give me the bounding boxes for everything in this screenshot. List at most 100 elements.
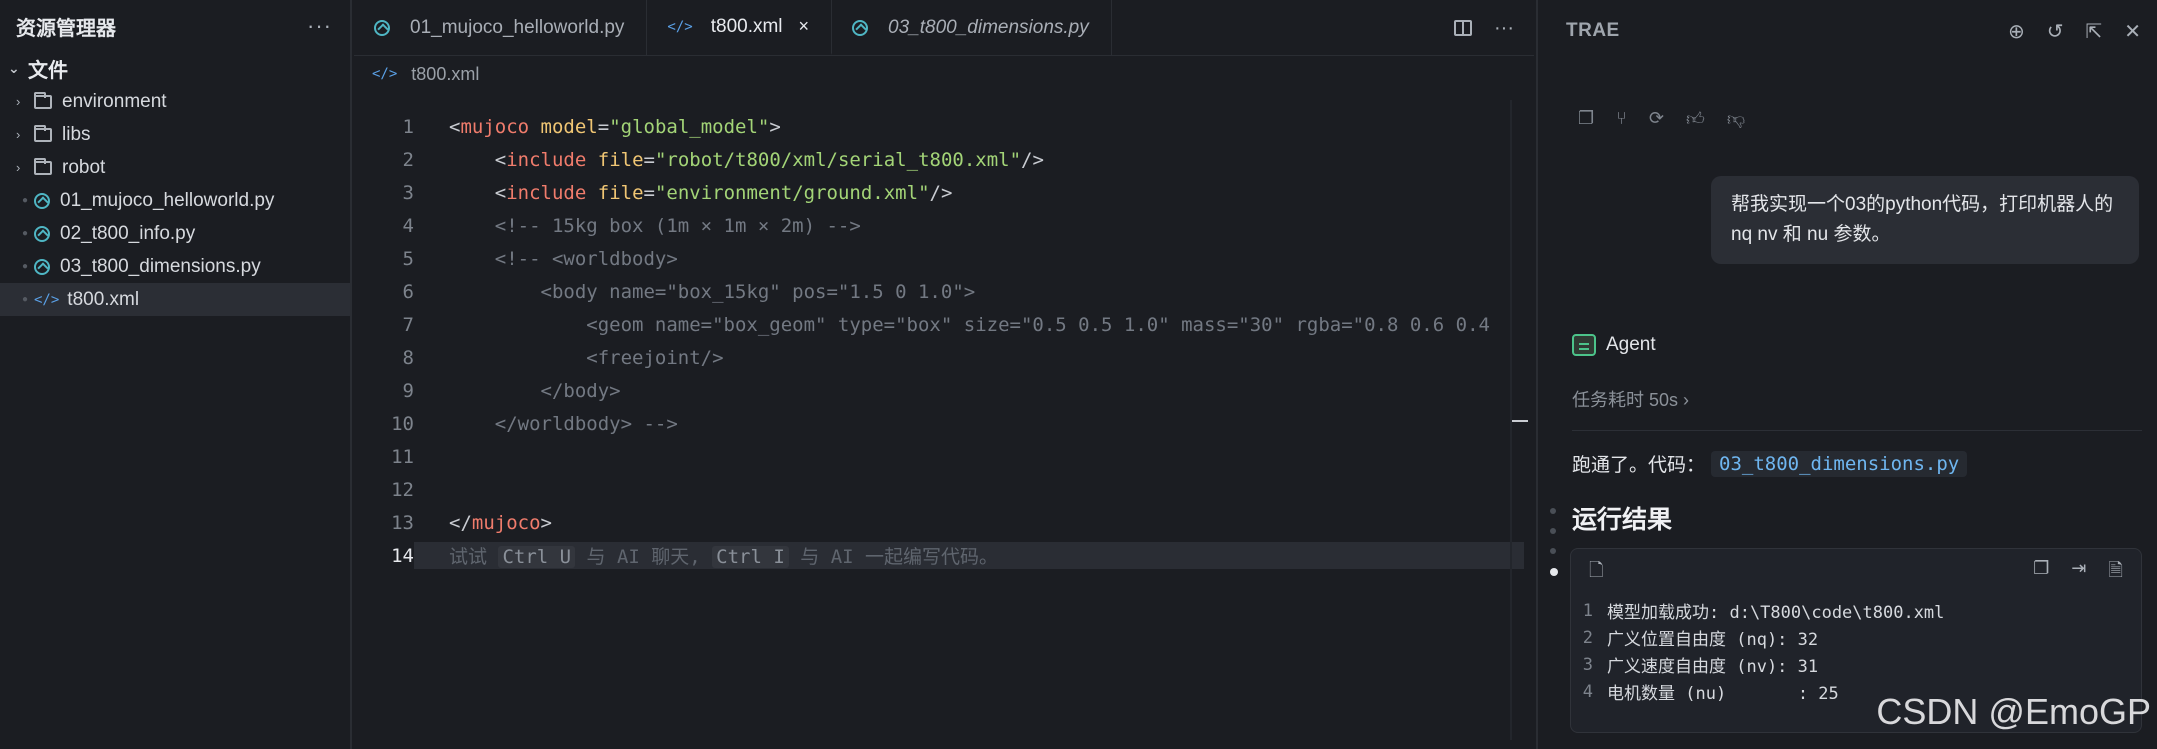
line-number: 13 (391, 511, 414, 534)
tab-label: 03_t800_dimensions.py (888, 16, 1089, 38)
tree-item-label: 01_mujoco_helloworld.py (60, 189, 275, 211)
watermark: CSDN @EmoGP (1876, 691, 2151, 732)
line-number: 2 (402, 148, 414, 171)
code-area[interactable]: 1 <mujoco model="global_model"> 2 <inclu… (354, 110, 1524, 572)
line-number: 14 (391, 544, 414, 567)
code-line: 3 <include file="environment/ground.xml"… (354, 176, 1524, 209)
indent-dot: ● (21, 195, 29, 206)
line-number: 11 (391, 445, 414, 468)
panel-header: TRAE ⊕ ↺ ⇱ ✕ (1538, 0, 2157, 62)
tree-item-t800-xml[interactable]: ● </> t800.xml (0, 283, 350, 316)
branch-icon[interactable]: ⑂ (1616, 108, 1627, 130)
output-line: 3 广义速度自由度 (nv): 31 (1582, 654, 1819, 678)
copy-icon[interactable]: ❐ (2033, 558, 2049, 588)
line-number: 10 (391, 412, 414, 435)
tree-item-robot[interactable]: › robot (0, 151, 350, 184)
output-actions: ❐ ⇥ 🗎 (2033, 558, 2123, 588)
code-line: 1 <mujoco model="global_model"> (354, 110, 1524, 143)
code-line: 13 </mujoco> (354, 506, 1524, 539)
sidebar-title: 资源管理器 (16, 17, 116, 40)
line-content: <freejoint/> (449, 346, 724, 369)
user-message: 帮我实现一个03的python代码，打印机器人的 nq nv 和 nu 参数。 (1711, 176, 2139, 264)
line-number: 3 (402, 181, 414, 204)
more-icon[interactable]: ··· (307, 13, 332, 39)
tree-item-libs[interactable]: › libs (0, 118, 350, 151)
tab-t800-xml[interactable]: </> t800.xml × (647, 0, 833, 55)
tree-item-label: t800.xml (67, 288, 140, 310)
agent-header: Agent (1572, 334, 1656, 356)
indent-dot: ● (21, 294, 29, 305)
line-number: 4 (402, 214, 414, 237)
chevron-right-icon: › (16, 160, 21, 175)
tab-01-mujoco-helloworld[interactable]: 01_mujoco_helloworld.py (354, 0, 648, 55)
insert-icon[interactable]: ⇥ (2071, 558, 2086, 588)
tab-label: 01_mujoco_helloworld.py (410, 16, 625, 38)
file-reference-link[interactable]: 03_t800_dimensions.py (1711, 450, 1968, 477)
apply-icon[interactable]: 🗎 (2109, 558, 2123, 588)
thumbs-up-icon[interactable]: 👍︎ (1686, 108, 1705, 130)
tree-item-label: libs (62, 123, 91, 145)
code-line: 5 <!-- <worldbody> (354, 242, 1524, 275)
line-content: <include file="environment/ground.xml"/> (494, 181, 953, 204)
line-number: 1 (402, 115, 414, 138)
tree-item-label: 03_t800_dimensions.py (60, 255, 261, 277)
line-content: <body name="box_15kg" pos="1.5 0 1.0"> (449, 280, 976, 303)
step-dot[interactable] (1550, 528, 1556, 534)
code-line: 2 <include file="robot/t800/xml/serial_t… (354, 143, 1524, 176)
code-line: 4 <!-- 15kg box (1m × 1m × 2m) --> (354, 209, 1524, 242)
sidebar-header: 资源管理器 ··· (0, 0, 350, 52)
step-dot[interactable] (1550, 508, 1556, 514)
folder-icon (34, 157, 52, 175)
tab-actions: ··· (1454, 0, 1514, 56)
chevron-right-icon: › (16, 94, 21, 109)
tree-item-01-mujoco-helloworld[interactable]: ● 01_mujoco_helloworld.py (0, 184, 350, 217)
line-number: 6 (402, 280, 414, 303)
line-content: <include file="robot/t800/xml/serial_t80… (494, 148, 1044, 171)
tree-item-03-t800-dimensions[interactable]: ● 03_t800_dimensions.py (0, 250, 350, 283)
close-icon[interactable]: × (799, 16, 810, 37)
tree-item-environment[interactable]: › environment (0, 85, 350, 118)
file-icon: 🗋 (1589, 560, 1604, 580)
step-dot[interactable] (1550, 548, 1556, 554)
history-icon[interactable]: ↺ (2047, 19, 2064, 44)
tree-item-label: robot (62, 156, 106, 178)
line-content: <!-- 15kg box (1m × 1m × 2m) --> (449, 214, 861, 237)
agent-icon (1572, 334, 1596, 356)
chevron-right-icon: › (1683, 390, 1690, 410)
xml-file-icon: </> (667, 18, 693, 35)
code-line: 7 <geom name="box_geom" type="box" size=… (354, 308, 1524, 341)
open-external-icon[interactable]: ⇱ (2085, 19, 2102, 44)
line-number: 7 (402, 313, 414, 336)
new-chat-icon[interactable]: ⊕ (2008, 19, 2025, 44)
more-icon[interactable]: ··· (1494, 17, 1514, 40)
line-content: </mujoco> (449, 511, 552, 534)
tree-item-02-t800-info[interactable]: ● 02_t800_info.py (0, 217, 350, 250)
tree-item-label: 02_t800_info.py (60, 222, 196, 244)
line-number: 8 (402, 346, 414, 369)
copy-icon[interactable]: ❐ (1578, 108, 1594, 130)
step-dot-active[interactable] (1550, 568, 1558, 576)
code-line: 9 </body> (354, 374, 1524, 407)
message-actions: ❐ ⑂ ⟳ 👍︎ 👎︎ (1578, 108, 1745, 130)
ai-chat-panel: TRAE ⊕ ↺ ⇱ ✕ ❐ ⑂ ⟳ 👍︎ 👎︎ 帮我实现一个03的python… (1536, 0, 2157, 749)
panel-actions: ⊕ ↺ ⇱ ✕ (2008, 19, 2141, 44)
breadcrumb-file[interactable]: t800.xml (411, 64, 479, 85)
output-line: 1 模型加载成功: d:\T800\code\t800.xml (1582, 600, 1945, 624)
task-timing[interactable]: 任务耗时 50s › (1572, 386, 1689, 412)
split-editor-icon[interactable] (1454, 20, 1473, 36)
output-line: 2 广义位置自由度 (nq): 32 (1582, 627, 1819, 651)
step-indicators (1550, 508, 1558, 576)
kbd-ctrl-i: Ctrl I (712, 546, 789, 568)
close-icon[interactable]: ✕ (2124, 19, 2141, 44)
python-file-icon (34, 192, 50, 209)
output-header: 🗋 ❐ ⇥ 🗎 (1571, 549, 2141, 597)
thumbs-down-icon[interactable]: 👎︎ (1727, 108, 1745, 130)
kbd-ctrl-u: Ctrl U (498, 546, 576, 568)
line-content: </body> (449, 379, 621, 402)
refresh-icon[interactable]: ⟳ (1649, 108, 1664, 130)
tab-03-t800-dimensions[interactable]: 03_t800_dimensions.py (832, 0, 1112, 55)
breadcrumb: </> t800.xml (354, 56, 1534, 92)
line-content: </worldbody> --> (449, 412, 678, 435)
tree-root-files[interactable]: ⌄ 文件 (0, 52, 350, 85)
code-line: 8 <freejoint/> (354, 341, 1524, 374)
